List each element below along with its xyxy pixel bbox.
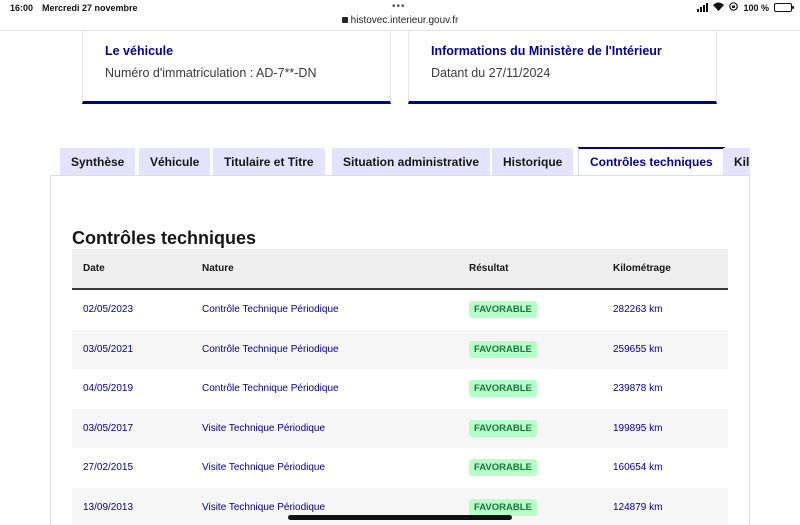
ministry-info-title: Informations du Ministère de l'Intérieur <box>431 44 662 58</box>
row-mileage: 239878 km <box>613 383 663 394</box>
tab-historique[interactable]: Historique <box>492 148 574 176</box>
row-date: 03/05/2017 <box>83 422 134 434</box>
ministry-info-date: Datant du 27/11/2024 <box>431 66 551 80</box>
tab-vehicule[interactable]: Véhicule <box>139 148 211 176</box>
home-indicator[interactable] <box>288 515 512 520</box>
tab-situation-administrative[interactable]: Situation administrative <box>332 148 491 176</box>
row-nature: Visite Technique Périodique <box>202 462 326 473</box>
row-date: 02/05/2023 <box>83 304 134 315</box>
vehicle-card-title: Le véhicule <box>105 44 174 58</box>
battery-icon <box>774 3 794 12</box>
table-header: Date Nature Résultat Kilométrage <box>72 249 728 290</box>
status-time: 16:00 <box>10 3 34 13</box>
result-badge: FAVORABLE <box>469 419 537 437</box>
ministry-info-card: Informations du Ministère de l'Intérieur… <box>408 31 717 104</box>
tab-synthese[interactable]: Synthèse <box>60 148 136 176</box>
table-row: 27/02/2015 Visite Technique Périodique F… <box>72 448 728 488</box>
row-nature: Contrôle Technique Périodique <box>202 304 339 315</box>
table-row: 03/05/2021 Contrôle Technique Périodique… <box>72 329 728 369</box>
result-badge: FAVORABLE <box>469 301 537 318</box>
registration-number: Numéro d'immatriculation : AD-7**-DN <box>105 66 317 80</box>
row-mileage: 259655 km <box>613 343 663 355</box>
table-row: 04/05/2019 Contrôle Technique Périodique… <box>72 369 728 409</box>
row-date: 03/05/2021 <box>83 343 134 355</box>
row-mileage: 282263 km <box>613 304 663 315</box>
row-mileage: 124879 km <box>613 501 663 513</box>
row-date: 13/09/2013 <box>83 501 134 513</box>
tab-bar: Synthèse Véhicule Titulaire et Titre Sit… <box>60 147 750 176</box>
result-badge: FAVORABLE <box>469 340 537 358</box>
result-badge: FAVORABLE <box>469 459 537 476</box>
header-nature: Nature <box>202 263 234 274</box>
tab-controles-techniques[interactable]: Contrôles techniques <box>578 147 725 176</box>
address-bar[interactable]: histovec.interieur.gouv.fr <box>0 15 800 26</box>
orientation-lock-icon <box>729 2 739 13</box>
technical-checks-table: Date Nature Résultat Kilométrage 02/05/2… <box>72 249 728 525</box>
row-nature: Contrôle Technique Périodique <box>202 383 339 394</box>
row-mileage: 199895 km <box>613 422 663 434</box>
vehicle-card: Le véhicule Numéro d'immatriculation : A… <box>82 31 391 104</box>
result-badge: FAVORABLE <box>469 380 537 397</box>
header-date: Date <box>83 263 105 274</box>
tab-titulaire[interactable]: Titulaire et Titre <box>213 148 325 176</box>
row-nature: Contrôle Technique Périodique <box>202 343 339 355</box>
row-date: 04/05/2019 <box>83 383 134 394</box>
table-row: 03/05/2017 Visite Technique Périodique F… <box>72 408 728 448</box>
header-result: Résultat <box>469 263 509 274</box>
result-badge: FAVORABLE <box>469 498 537 516</box>
row-nature: Visite Technique Périodique <box>202 501 326 513</box>
lock-icon <box>341 17 348 23</box>
row-mileage: 160654 km <box>613 462 663 473</box>
battery-percent: 100 % <box>743 2 769 13</box>
row-nature: Visite Technique Périodique <box>202 422 326 434</box>
row-date: 27/02/2015 <box>83 462 134 473</box>
wifi-icon <box>713 2 725 13</box>
tab-kilometrage[interactable]: Kilo <box>723 148 750 176</box>
status-indicators: 100 % <box>697 2 794 13</box>
table-row: 02/05/2023 Contrôle Technique Périodique… <box>72 290 728 330</box>
status-date: Mercredi 27 novembre <box>42 3 138 13</box>
url-text: histovec.interieur.gouv.fr <box>350 15 459 26</box>
multitask-dots-icon[interactable]: ••• <box>392 1 406 12</box>
section-title: Contrôles techniques <box>72 228 257 248</box>
signal-icon <box>697 3 709 12</box>
header-mileage: Kilométrage <box>613 263 671 274</box>
